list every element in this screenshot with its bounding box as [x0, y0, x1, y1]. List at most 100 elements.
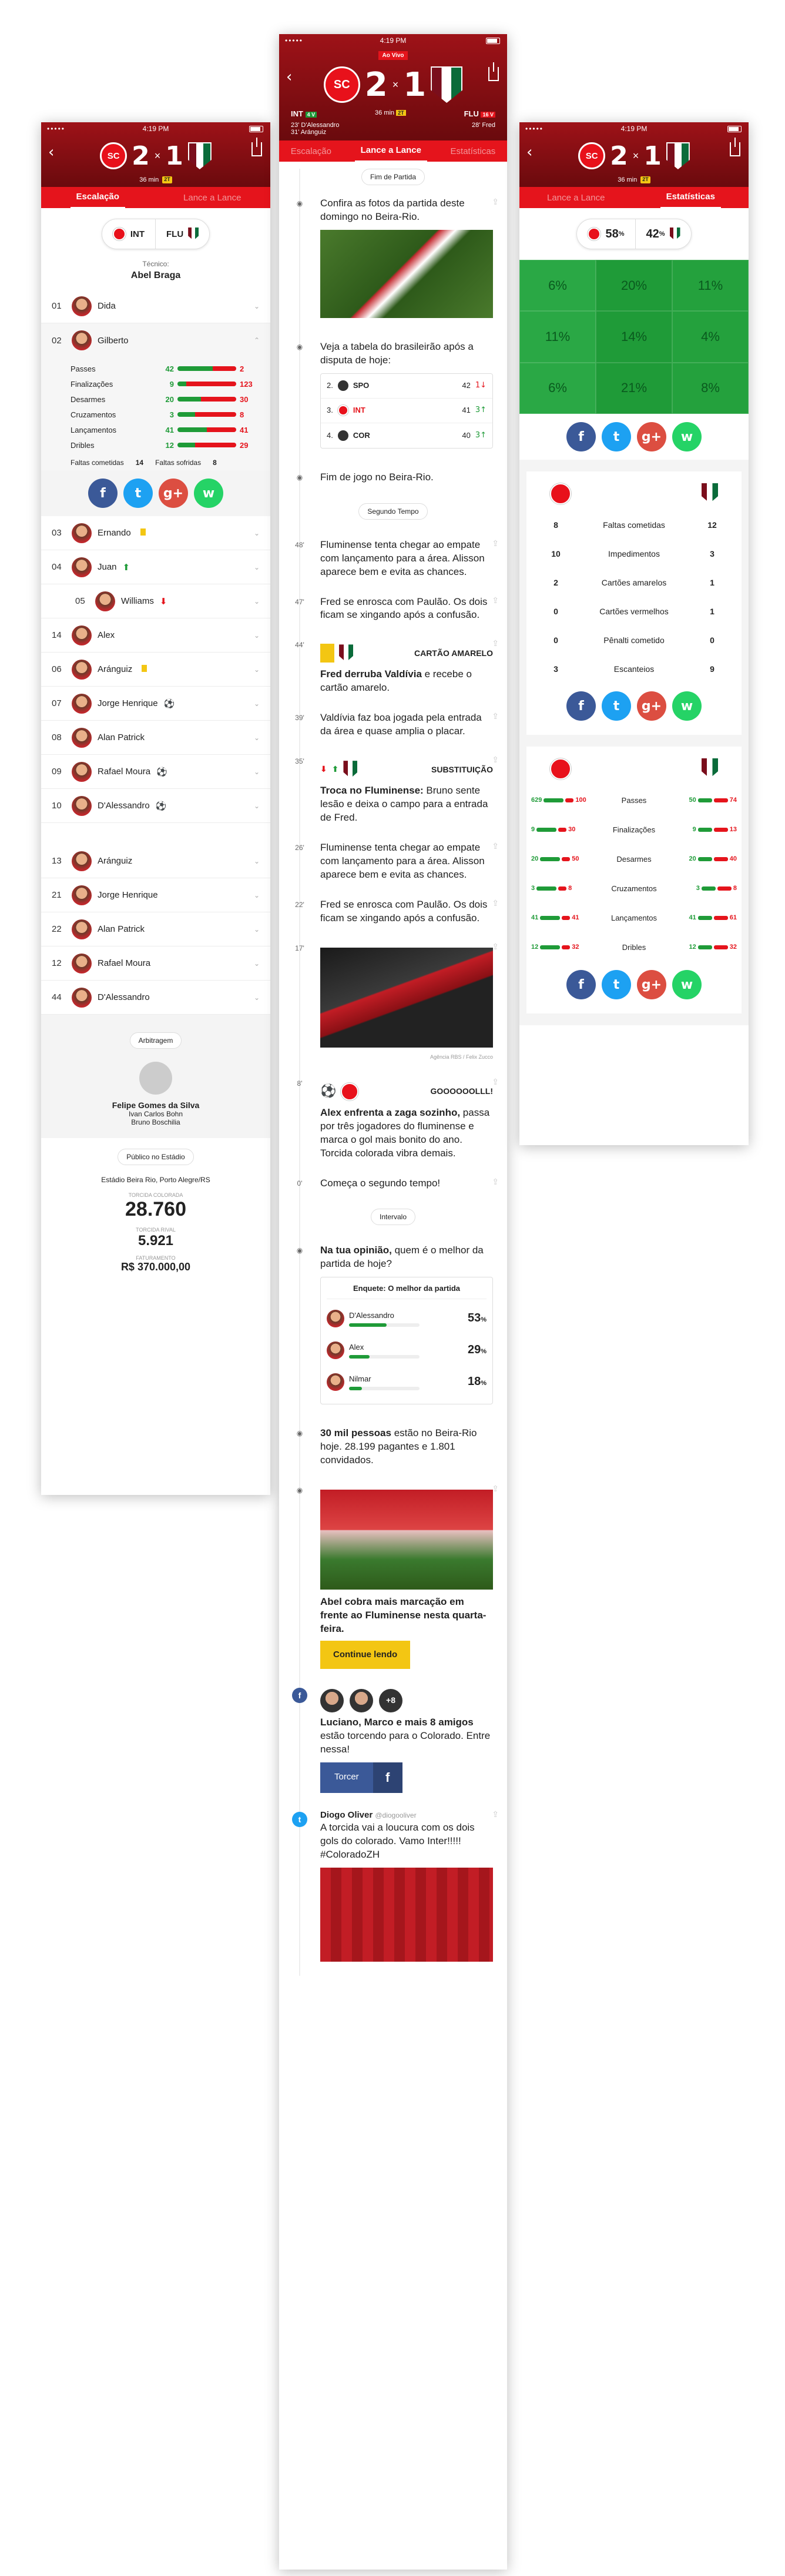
stat-row: 41 41 Lançamentos 41 61: [526, 903, 742, 932]
whatsapp-share-button[interactable]: w: [194, 479, 223, 508]
revenue-label: FATURAMENTO: [136, 1255, 176, 1261]
player-row[interactable]: 14 Alex ⌄: [41, 618, 270, 653]
news-photo[interactable]: [320, 1489, 493, 1590]
whatsapp-share-button[interactable]: w: [672, 422, 702, 451]
bar-home-rest: [562, 857, 571, 861]
poll-option[interactable]: D'Alessandro 53%: [327, 1303, 487, 1334]
player-row[interactable]: 04 Juan ⬆ ⌄: [41, 550, 270, 584]
share-icon[interactable]: ⇪: [492, 538, 499, 548]
share-icon[interactable]: ⇪: [492, 898, 499, 908]
googleplus-share-button[interactable]: g+: [637, 691, 666, 721]
whatsapp-share-button[interactable]: w: [672, 691, 702, 721]
torcer-button[interactable]: Torcer f: [320, 1762, 402, 1793]
tab-play-by-play[interactable]: Lance a Lance: [547, 193, 605, 203]
match-photo[interactable]: [320, 947, 493, 1048]
facebook-share-button[interactable]: f: [88, 479, 118, 508]
share-icon[interactable]: ⇪: [492, 755, 499, 765]
team-home-option[interactable]: INT: [102, 228, 155, 240]
team-switcher[interactable]: INT FLU: [101, 219, 210, 249]
share-icon[interactable]: ⇪: [492, 942, 499, 952]
feed-text-bold: 30 mil pessoas: [320, 1427, 391, 1438]
bench-list: 13 Aránguiz ⌄ 21 Jorge Henrique ⌄ 22 Alan Patri…: [41, 844, 270, 1015]
share-icon[interactable]: ⇪: [492, 1484, 499, 1494]
home-possession: 58: [605, 227, 619, 240]
tab-lineup[interactable]: Escalação: [70, 186, 125, 209]
table-change: 3↑: [475, 405, 487, 416]
stat-row: Finalizações 9 123: [71, 376, 257, 392]
share-icon[interactable]: ⇪: [492, 1177, 499, 1187]
period-badge: 2T: [162, 176, 172, 183]
back-icon[interactable]: ‹: [526, 143, 532, 161]
player-row[interactable]: 05 Williams ⬇ ⌄: [41, 584, 270, 618]
continue-reading-button[interactable]: Continue lendo: [320, 1640, 411, 1669]
share-icon[interactable]: ⇪: [492, 841, 499, 851]
share-icon[interactable]: [488, 62, 499, 81]
player-marks: ⚽: [156, 767, 248, 777]
twitter-share-button[interactable]: t: [602, 970, 631, 999]
player-row[interactable]: 10 D'Alessandro ⚽ ⌄: [41, 789, 270, 823]
player-row[interactable]: 44 D'Alessandro ⌄: [41, 981, 270, 1015]
facebook-share-button[interactable]: f: [566, 970, 596, 999]
player-row-expanded[interactable]: 02 Gilberto ⌃: [41, 323, 270, 357]
player-row[interactable]: 13 Aránguiz ⌄: [41, 844, 270, 878]
phone-play-by-play: ••••• 4:19 PM Ao Vivo ‹ SC 2 × 1 INT 4 V …: [279, 34, 507, 2570]
team-away-option[interactable]: FLU: [155, 219, 209, 249]
tab-stats[interactable]: Estatísticas: [660, 186, 721, 209]
poll-percent: 53%: [468, 1310, 487, 1326]
player-row[interactable]: 03 Ernando ⌄: [41, 516, 270, 550]
table-position: 3.: [327, 406, 333, 415]
whatsapp-share-button[interactable]: w: [672, 970, 702, 999]
facebook-share-button[interactable]: f: [566, 422, 596, 451]
news-headline[interactable]: Abel cobra mais marcação em frente ao Fl…: [320, 1596, 486, 1634]
tweet-photo[interactable]: [320, 1867, 493, 1962]
share-icon[interactable]: ⇪: [492, 1809, 499, 1819]
share-icon[interactable]: [251, 138, 262, 156]
share-icon[interactable]: ⇪: [492, 711, 499, 721]
player-row[interactable]: 12 Rafael Moura ⌄: [41, 946, 270, 981]
player-row[interactable]: 21 Jorge Henrique ⌄: [41, 878, 270, 912]
tab-play-by-play[interactable]: Lance a Lance: [354, 140, 427, 162]
avatar: [72, 693, 92, 714]
share-icon[interactable]: ⇪: [492, 596, 499, 605]
player-row[interactable]: 01 Dida ⌄: [41, 289, 270, 323]
share-icon[interactable]: [730, 138, 740, 156]
googleplus-share-button[interactable]: g+: [637, 970, 666, 999]
googleplus-share-button[interactable]: g+: [637, 422, 666, 451]
stat-row: 10 Impedimentos 3: [526, 539, 742, 568]
facebook-share-button[interactable]: f: [566, 691, 596, 721]
back-icon[interactable]: ‹: [48, 143, 54, 161]
twitter-share-button[interactable]: t: [602, 422, 631, 451]
player-row[interactable]: 08 Alan Patrick ⌄: [41, 721, 270, 755]
stat-away-value: 8: [240, 410, 244, 419]
chevron-down-icon: ⌄: [253, 597, 260, 605]
stat-row: 0 Pênalti cometido 0: [526, 625, 742, 654]
away-goal: 28' Fred: [471, 122, 495, 129]
player-name: Alan Patrick: [98, 924, 145, 934]
twitter-share-button[interactable]: t: [123, 479, 153, 508]
match-photo[interactable]: [320, 229, 493, 318]
stat-bar-home: [177, 382, 186, 386]
share-icon[interactable]: ⇪: [492, 197, 499, 207]
poll-option[interactable]: Nilmar 18%: [327, 1366, 487, 1398]
flu-crest-icon: [188, 228, 199, 240]
tab-play-by-play[interactable]: Lance a Lance: [183, 193, 241, 203]
player-row[interactable]: 22 Alan Patrick ⌄: [41, 912, 270, 946]
poll-option[interactable]: Alex 29%: [327, 1334, 487, 1366]
player-row[interactable]: 06 Aránguiz ⌄: [41, 653, 270, 687]
tab-stats[interactable]: Estatísticas: [451, 146, 496, 156]
away-score: 1: [403, 65, 427, 104]
player-row[interactable]: 07 Jorge Henrique ⚽ ⌄: [41, 687, 270, 721]
back-icon[interactable]: ‹: [286, 68, 292, 86]
bar-away: [697, 798, 712, 802]
share-icon[interactable]: ⇪: [492, 638, 499, 648]
share-bar: f t g+ w: [526, 683, 742, 729]
bar-away: [697, 915, 712, 920]
googleplus-share-button[interactable]: g+: [159, 479, 188, 508]
stat-away-value2: 40: [729, 855, 737, 862]
twitter-share-button[interactable]: t: [602, 691, 631, 721]
player-row[interactable]: 09 Rafael Moura ⚽ ⌄: [41, 755, 270, 789]
arrow-down-icon: ⬇: [320, 764, 327, 774]
share-icon[interactable]: ⇪: [492, 1077, 499, 1087]
tab-lineup[interactable]: Escalação: [291, 146, 331, 156]
fouls-committed-value: 14: [135, 459, 144, 467]
